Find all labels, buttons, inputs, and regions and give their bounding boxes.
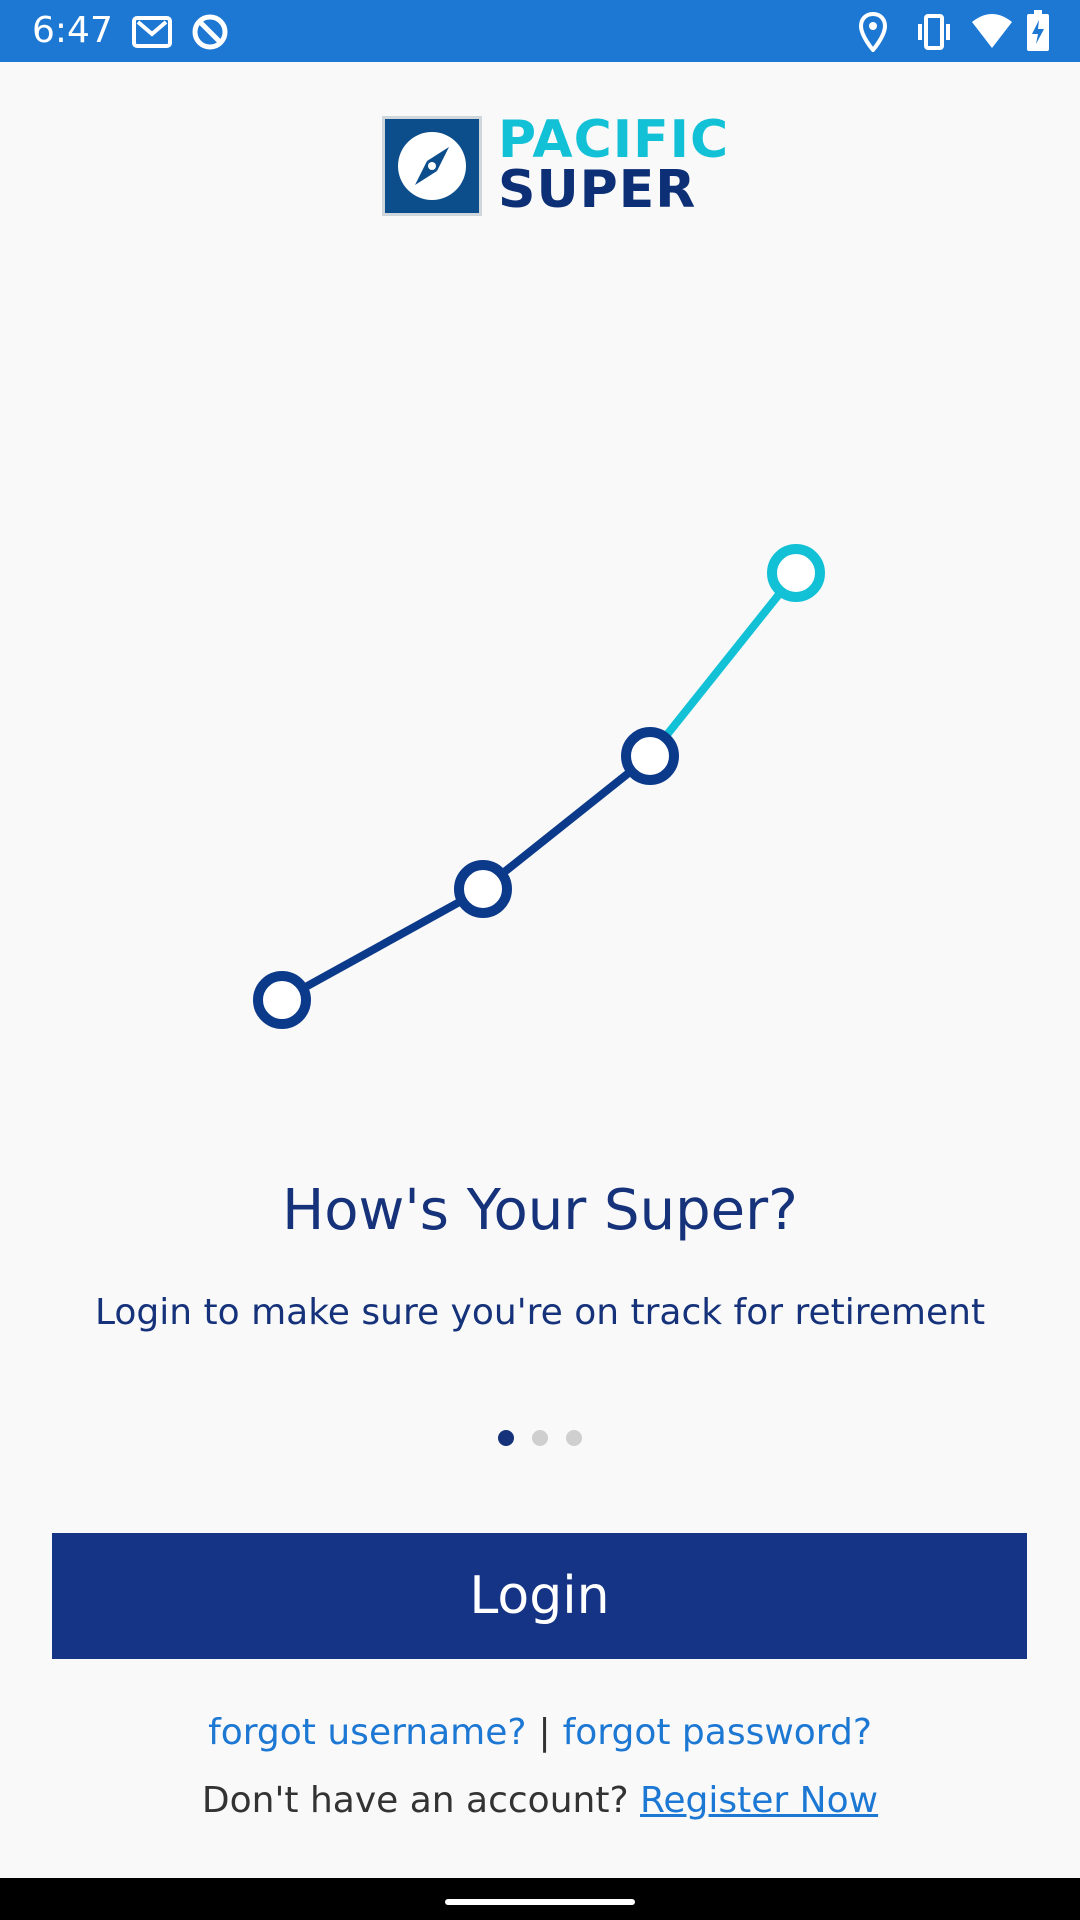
- growth-segment: [280, 885, 485, 1004]
- logo-mark: [382, 116, 482, 216]
- login-button[interactable]: Login: [52, 1533, 1027, 1659]
- onboarding-subtitle: Login to make sure you're on track for r…: [94, 1292, 986, 1333]
- home-gesture-handle[interactable]: [445, 1899, 635, 1905]
- pager-dot[interactable]: [532, 1430, 548, 1446]
- growth-segment: [480, 752, 653, 893]
- link-separator: |: [538, 1712, 551, 1753]
- pager-dot[interactable]: [497, 1430, 514, 1446]
- vpn-icon: [192, 14, 228, 50]
- growth-point: [621, 727, 679, 785]
- onboarding-title: How's Your Super?: [282, 1178, 798, 1243]
- growth-point: [253, 971, 311, 1029]
- pager-dot[interactable]: [566, 1430, 583, 1446]
- compass-icon: [398, 132, 466, 200]
- growth-point: [767, 544, 825, 602]
- forgot-username-link[interactable]: forgot username?: [208, 1712, 526, 1753]
- wifi-icon: [972, 14, 1012, 48]
- location-icon: [858, 12, 888, 52]
- status-bar: 6:47: [0, 0, 1080, 62]
- growth-segment: [646, 570, 800, 759]
- battery-charging-icon: [1027, 10, 1049, 51]
- status-time: 6:47: [32, 10, 113, 51]
- pager-indicator: [0, 1430, 1080, 1448]
- gmail-icon: [132, 16, 172, 48]
- growth-point: [454, 860, 512, 918]
- no-account-text: Don't have an account?: [201, 1780, 629, 1821]
- logo-text-super: SUPER: [498, 160, 697, 220]
- forgot-links: forgot username? | forgot password?: [0, 1712, 1080, 1753]
- register-link[interactable]: Register Now: [640, 1780, 878, 1821]
- growth-line-icon: [253, 544, 825, 1029]
- forgot-password-link[interactable]: forgot password?: [563, 1712, 872, 1753]
- register-row: Don't have an account? Register Now: [0, 1780, 1080, 1821]
- vibrate-icon: [918, 14, 950, 50]
